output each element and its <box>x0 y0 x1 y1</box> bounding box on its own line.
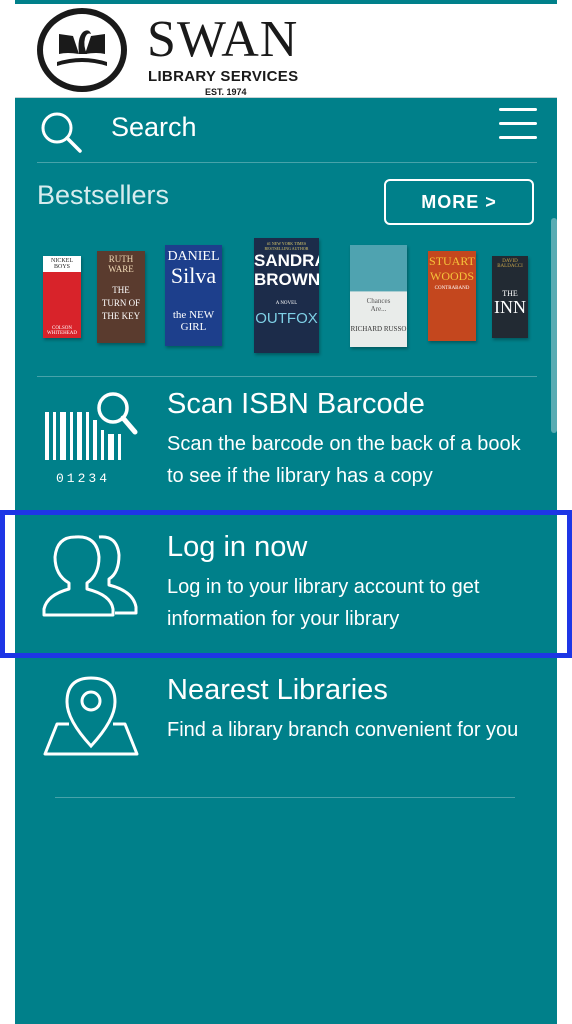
users-icon <box>42 535 138 617</box>
book-text: RUTH WARE <box>108 254 134 274</box>
book-text: STUART <box>429 254 475 268</box>
scan-isbn-description: Scan the barcode on the back of a book t… <box>167 433 521 487</box>
search-icon[interactable] <box>39 110 83 154</box>
book-text: CONTRABAND <box>434 286 470 291</box>
divider <box>37 162 537 163</box>
log-in-item[interactable]: Log in now Log in to your library accoun… <box>15 515 557 655</box>
header-logo-bar: SWAN LIBRARY SERVICES EST. 1974 <box>15 4 557 98</box>
nearest-libraries-title: Nearest Libraries <box>167 674 388 706</box>
book-text: NICKEL BOYS <box>43 256 81 272</box>
book-text: WOODS <box>430 269 474 283</box>
map-pin-icon <box>43 676 139 756</box>
book-cover-contraband[interactable]: STUART WOODS CONTRABAND <box>428 251 476 341</box>
divider <box>55 797 515 798</box>
logo-wordmark: SWAN <box>147 11 299 68</box>
book-cover-chances-are[interactable]: Chances Are... RICHARD RUSSO <box>350 245 407 347</box>
book-text: DANIEL <box>167 249 220 264</box>
swan-logo-icon <box>37 8 127 92</box>
book-cover-nickel-boys[interactable]: NICKEL BOYS COLSON WHITEHEAD <box>43 256 81 338</box>
book-text: RICHARD RUSSO <box>350 325 407 333</box>
book-cover-outfox[interactable]: #1 NEW YORK TIMES BESTSELLING AUTHOR SAN… <box>254 238 319 353</box>
logo-est-year: EST. 1974 <box>205 87 247 97</box>
book-text: COLSON WHITEHEAD <box>47 326 77 336</box>
log-in-description: Log in to your library account to get in… <box>167 576 480 630</box>
bestsellers-title: Bestsellers <box>37 180 170 210</box>
scan-isbn-item[interactable]: 01234 Scan ISBN Barcode Scan the barcode… <box>15 376 557 510</box>
barcode-scan-icon: 01234 <box>45 392 138 486</box>
scan-isbn-title: Scan ISBN Barcode <box>167 388 425 420</box>
book-text: INN <box>494 297 526 317</box>
book-text: Silva <box>170 263 217 288</box>
book-text: THE TURN OF THE KEY <box>101 285 141 321</box>
book-text: Chances <box>366 297 391 305</box>
book-text: BROWN <box>254 270 319 289</box>
book-text: #1 NEW YORK TIMES BESTSELLING AUTHOR <box>264 241 309 251</box>
book-cover-turn-of-the-key[interactable]: RUTH WARE THE TURN OF THE KEY <box>97 251 145 343</box>
hamburger-menu-icon[interactable] <box>499 108 537 142</box>
log-in-title: Log in now <box>167 531 308 563</box>
barcode-digits: 01234 <box>56 471 110 486</box>
logo-subtitle: LIBRARY SERVICES <box>148 68 299 85</box>
search-bar[interactable]: Search <box>15 98 557 162</box>
book-text: THE <box>502 289 518 298</box>
book-text: A NOVEL <box>275 301 298 306</box>
book-text: SANDRA <box>254 251 319 270</box>
book-cover-the-inn[interactable]: DAVID BALDACCI THE INN <box>492 256 528 338</box>
search-label[interactable]: Search <box>111 112 197 143</box>
nearest-libraries-description: Find a library branch convenient for you <box>167 719 519 741</box>
book-text: DAVID BALDACCI <box>497 259 523 269</box>
nearest-libraries-item[interactable]: Nearest Libraries Find a library branch … <box>15 658 557 798</box>
book-cover-the-new-girl[interactable]: DANIEL Silva the NEW GIRL <box>165 245 222 346</box>
book-text: OUTFOX <box>255 310 318 327</box>
more-button[interactable]: MORE > <box>384 179 534 225</box>
book-text: Are... <box>370 305 387 313</box>
app-screen: SWAN LIBRARY SERVICES EST. 1974 Search B… <box>15 0 557 1024</box>
book-text: the NEW GIRL <box>172 309 215 333</box>
